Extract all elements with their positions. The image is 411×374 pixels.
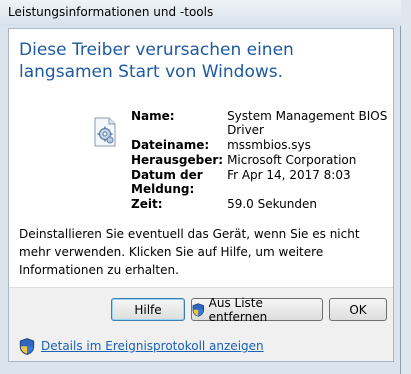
dialog-window: Leistungsinformationen und -tools Diese … bbox=[0, 0, 401, 374]
detail-value: 59.0 Sekunden bbox=[227, 197, 317, 211]
driver-file-icon bbox=[94, 117, 116, 147]
ok-button[interactable]: OK bbox=[329, 298, 387, 321]
detail-label: Name: bbox=[131, 109, 175, 123]
detail-value: Fr Apr 14, 2017 8:03 bbox=[227, 168, 351, 182]
window-title: Leistungsinformationen und -tools bbox=[8, 5, 214, 19]
detail-value: System Management BIOS Driver bbox=[227, 109, 388, 137]
detail-label: Zeit: bbox=[131, 197, 163, 211]
detail-row-name: Name: System Management BIOS Driver bbox=[131, 109, 393, 138]
dialog-content: Diese Treiber verursachen einen langsame… bbox=[8, 28, 394, 362]
driver-details-table: Name: System Management BIOS Driver Date… bbox=[131, 109, 393, 212]
detail-row-date: Datum der Meldung: Fr Apr 14, 2017 8:03 bbox=[131, 168, 393, 197]
detail-value: Microsoft Corporation bbox=[227, 153, 357, 167]
help-message: Deinstallieren Sie eventuell das Gerät, … bbox=[19, 227, 360, 277]
detail-row-publisher: Herausgeber: Microsoft Corporation bbox=[131, 153, 393, 168]
event-log-details-link[interactable]: Details im Ereignisprotokoll anzeigen bbox=[41, 339, 264, 353]
detail-label: Datum der Meldung: bbox=[131, 168, 203, 196]
background-window bbox=[400, 0, 411, 374]
help-button[interactable]: Hilfe bbox=[111, 298, 185, 321]
button-bar: Hilfe Aus Liste entfernen OK bbox=[9, 287, 393, 333]
detail-label: Herausgeber: bbox=[131, 153, 224, 167]
detail-row-time: Zeit: 59.0 Sekunden bbox=[131, 197, 393, 212]
dialog-headline: Diese Treiber verursachen einen langsame… bbox=[19, 40, 294, 82]
detail-value: mssmbios.sys bbox=[227, 138, 311, 152]
detail-label: Dateiname: bbox=[131, 138, 210, 152]
ok-button-label: OK bbox=[349, 302, 367, 317]
detail-row-filename: Dateiname: mssmbios.sys bbox=[131, 138, 393, 153]
title-bar[interactable]: Leistungsinformationen und -tools bbox=[0, 0, 401, 26]
uac-shield-icon bbox=[19, 338, 35, 355]
help-button-label: Hilfe bbox=[134, 302, 162, 317]
footer: Details im Ereignisprotokoll anzeigen bbox=[9, 333, 393, 361]
remove-from-list-button[interactable]: Aus Liste entfernen bbox=[191, 295, 323, 324]
uac-shield-icon bbox=[192, 302, 205, 317]
remove-button-label: Aus Liste entfernen bbox=[208, 295, 268, 324]
